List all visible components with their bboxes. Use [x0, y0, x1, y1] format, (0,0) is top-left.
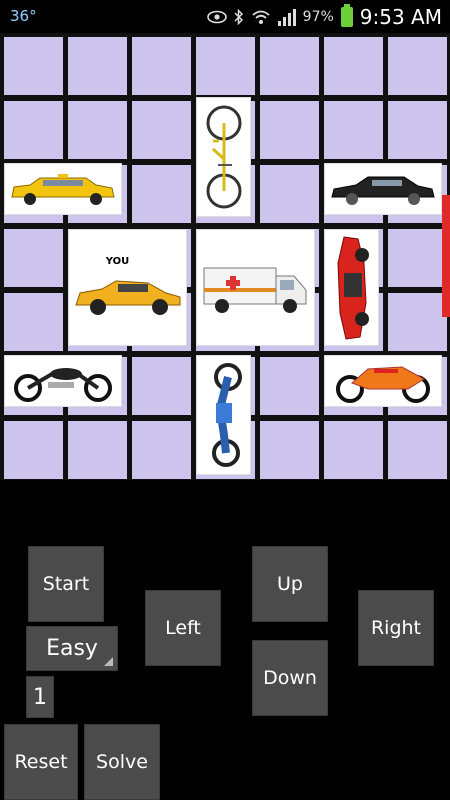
- board-cell: [388, 293, 447, 351]
- board-cell: [260, 37, 319, 95]
- red-car-piece[interactable]: [324, 229, 379, 346]
- board-cell: [132, 165, 191, 223]
- blue-motorcycle-piece[interactable]: [196, 355, 251, 475]
- down-button[interactable]: Down: [252, 640, 328, 716]
- taxi-icon: [11, 174, 115, 205]
- board-cell: [4, 229, 63, 287]
- motorcycle-icon: [336, 366, 430, 403]
- taxi-piece[interactable]: [4, 163, 122, 215]
- board-cell: [196, 37, 255, 95]
- board-cell: [132, 101, 191, 159]
- board-cell: [324, 37, 383, 95]
- board-cell: [388, 37, 447, 95]
- board-cell: [324, 101, 383, 159]
- board-cell: [68, 37, 127, 95]
- game-board[interactable]: YOU: [0, 33, 450, 480]
- reset-button[interactable]: Reset: [4, 724, 78, 800]
- cruiser-motorcycle-piece[interactable]: [4, 355, 122, 407]
- board-cell: [260, 357, 319, 415]
- bicycle-icon: [206, 105, 241, 209]
- board-cell: [260, 101, 319, 159]
- board-cell: [388, 421, 447, 479]
- level-selector[interactable]: 1: [26, 676, 54, 718]
- ambulance-icon: [203, 267, 306, 313]
- wifi-icon: [252, 10, 270, 24]
- board-cell: [132, 421, 191, 479]
- control-panel: Start Easy 1 Reset Solve Left Up Down Ri…: [0, 480, 450, 800]
- clock: 9:53 AM: [359, 5, 442, 29]
- solve-button[interactable]: Solve: [84, 724, 160, 800]
- battery-percent: 97%: [302, 9, 334, 25]
- board-cell: [4, 293, 63, 351]
- sedan-icon: [331, 176, 435, 205]
- eye-icon: [206, 10, 227, 24]
- difficulty-dropdown[interactable]: Easy: [26, 626, 118, 671]
- right-button[interactable]: Right: [358, 590, 434, 666]
- player-car-piece[interactable]: YOU: [68, 229, 187, 346]
- board-cell: [132, 37, 191, 95]
- board-cell: [388, 101, 447, 159]
- board-cell: [260, 165, 319, 223]
- board-cell: [68, 101, 127, 159]
- sports-car-icon: [74, 280, 180, 315]
- status-icons: 97% 9:53 AM: [206, 4, 442, 30]
- board-cell: [324, 421, 383, 479]
- black-sedan-piece[interactable]: [324, 163, 442, 215]
- board-cell: [132, 357, 191, 415]
- board-cell: [4, 421, 63, 479]
- board-cell: [4, 101, 63, 159]
- board-cell: [388, 229, 447, 287]
- bluetooth-icon: [234, 8, 243, 26]
- red-car-icon: [336, 235, 369, 340]
- left-button[interactable]: Left: [145, 590, 221, 666]
- player-label: YOU: [105, 256, 130, 267]
- board-cell: [68, 421, 127, 479]
- orange-motorcycle-piece[interactable]: [324, 355, 442, 407]
- temperature-indicator: 36°: [10, 7, 37, 25]
- board-cell: [4, 37, 63, 95]
- motorcycle-icon: [14, 368, 112, 402]
- motorcycle-icon: [211, 363, 242, 467]
- up-button[interactable]: Up: [252, 546, 328, 622]
- bicycle-piece[interactable]: [196, 97, 251, 217]
- board-cell: [260, 421, 319, 479]
- battery-icon: [340, 4, 353, 27]
- ambulance-piece[interactable]: [196, 229, 315, 346]
- exit-marker: [442, 195, 450, 317]
- start-button[interactable]: Start: [28, 546, 104, 622]
- signal-icon: [277, 8, 296, 26]
- status-bar: 36° 97% 9:53 AM: [0, 0, 450, 33]
